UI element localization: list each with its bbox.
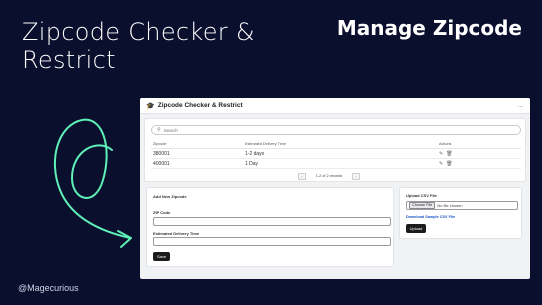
- app-logo-icon: 🎓: [146, 102, 155, 110]
- delivery-time-input[interactable]: [153, 237, 391, 246]
- zipcode-table-card: ⚲ Zipcode Estimated Delivery Time Action…: [144, 118, 526, 182]
- delivery-time-label: Estimated Delivery Time: [153, 231, 200, 236]
- cell-delivery-time: 1-2 days: [245, 151, 265, 157]
- pagination: ‹ 1-2 of 2 records ›: [298, 172, 360, 180]
- header-actions: Actions: [439, 142, 452, 146]
- prev-page-button[interactable]: ‹: [298, 172, 306, 180]
- table-row: 380001 1-2 days ✎ 🗑: [151, 149, 521, 159]
- upload-title: Upload CSV File: [406, 193, 437, 198]
- form-title: Add New Zipcode: [153, 194, 187, 199]
- edit-icon[interactable]: ✎: [439, 151, 443, 157]
- choose-file-button[interactable]: Choose File: [409, 202, 436, 209]
- more-menu-icon[interactable]: …: [517, 102, 524, 109]
- row-actions: ✎ 🗑: [439, 161, 456, 167]
- pagination-label: 1-2 of 2 records: [315, 174, 343, 178]
- table-row: 400001 1 Day ✎ 🗑: [151, 159, 521, 169]
- search-field[interactable]: ⚲: [151, 125, 521, 135]
- author-handle: @Magecurious: [18, 283, 79, 293]
- header-delivery-time: Estimated Delivery Time: [245, 142, 286, 146]
- delete-icon[interactable]: 🗑: [446, 161, 452, 167]
- download-sample-link[interactable]: Download Sample CSV File: [406, 215, 455, 219]
- zip-code-input[interactable]: [153, 217, 391, 226]
- add-zipcode-form: Add New Zipcode ZIP Code Estimated Deliv…: [146, 187, 394, 267]
- cell-delivery-time: 1 Day: [245, 161, 259, 167]
- cell-zipcode: 400001: [153, 161, 170, 167]
- row-actions: ✎ 🗑: [439, 151, 456, 157]
- cell-zipcode: 380001: [153, 151, 170, 157]
- edit-icon[interactable]: ✎: [439, 161, 443, 167]
- upload-button[interactable]: Upload: [406, 224, 426, 233]
- app-window: 🎓 Zipcode Checker & Restrict … ⚲ Zipcode…: [140, 98, 530, 279]
- app-title: Zipcode Checker & Restrict: [157, 102, 243, 109]
- search-input[interactable]: [163, 127, 504, 133]
- search-icon: ⚲: [157, 127, 161, 133]
- table-header: Zipcode Estimated Delivery Time Actions: [151, 141, 521, 149]
- save-button[interactable]: Save: [153, 252, 170, 261]
- file-status: No file chosen: [437, 203, 463, 208]
- next-page-button[interactable]: ›: [352, 172, 360, 180]
- header-zipcode: Zipcode: [153, 142, 167, 146]
- upload-csv-card: Upload CSV File Choose File No file chos…: [399, 187, 522, 239]
- zip-code-label: ZIP Code: [153, 210, 171, 215]
- delete-icon[interactable]: 🗑: [446, 151, 452, 157]
- file-picker[interactable]: Choose File No file chosen: [406, 201, 518, 210]
- app-header: 🎓 Zipcode Checker & Restrict …: [140, 98, 530, 114]
